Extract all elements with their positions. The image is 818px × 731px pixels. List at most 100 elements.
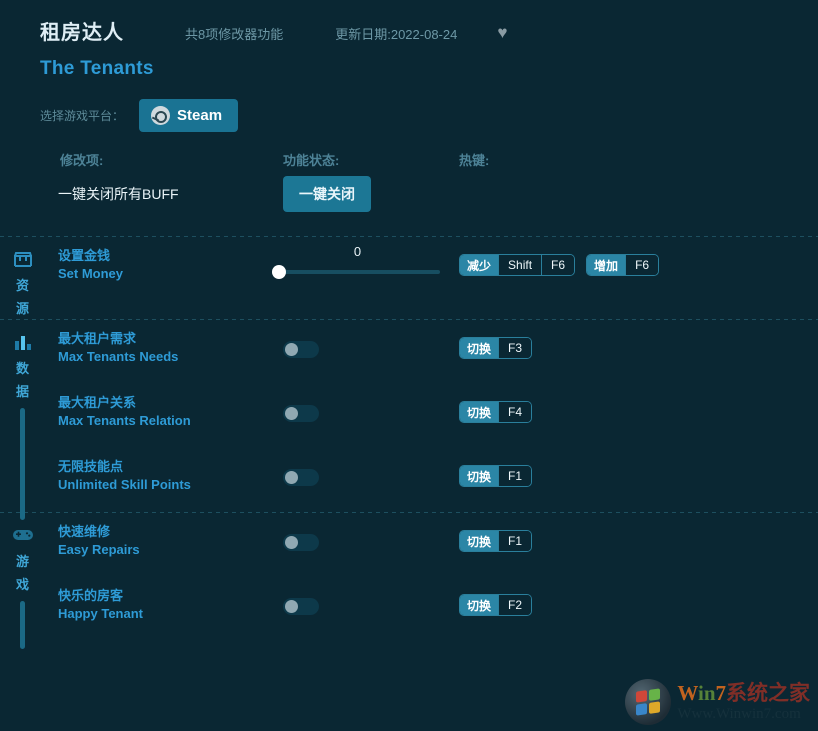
steam-label: Steam — [177, 106, 223, 124]
platform-label: 选择游戏平台： — [40, 108, 125, 123]
hotkey-binding[interactable]: 切换 F2 — [459, 594, 533, 616]
watermark-seven: 7 — [715, 680, 727, 705]
windows-logo-icon — [625, 679, 672, 725]
section-accent-bar — [20, 408, 25, 520]
section-资源: 资源设置金钱 Set Money 0 减少 Shift F6 增加 F6 — [0, 237, 818, 319]
cheat-name-en: Happy Tenant — [58, 606, 143, 621]
features-count: 共8项修改器功能 — [185, 27, 284, 42]
cheat-row: 快速维修 Easy Repairs 切换 F1 — [45, 513, 818, 577]
hotkey-binding[interactable]: 增加 F6 — [586, 254, 660, 276]
watermark-suffix: 系统之家 — [726, 680, 810, 705]
section-label-char: 据 — [15, 384, 29, 399]
hotkey-group: 减少 Shift F6 增加 F6 — [459, 254, 660, 276]
hotkey-key[interactable]: F2 — [498, 595, 532, 615]
platform-selector: 选择游戏平台： Steam — [0, 92, 818, 138]
cheat-toggle[interactable] — [283, 405, 319, 422]
column-header-option: 修改项: — [60, 153, 104, 168]
bar-chart-icon — [0, 334, 45, 356]
watermark-url: Www.Winwin7.com — [677, 705, 801, 722]
watermark-text: Win7系统之家 Www.Winwin7.com — [677, 680, 810, 722]
cheat-name-en: Easy Repairs — [58, 542, 140, 557]
cheat-toggle[interactable] — [283, 534, 319, 551]
hotkey-binding[interactable]: 减少 Shift F6 — [459, 254, 576, 276]
hotkey-binding[interactable]: 切换 F1 — [459, 530, 533, 552]
column-header-hotkey: 热键: — [459, 153, 490, 168]
steam-icon — [151, 105, 171, 125]
cheat-row: 最大租户需求 Max Tenants Needs 切换 F3 — [45, 320, 818, 384]
cheat-name-cn: 快速维修 — [58, 524, 111, 539]
section-rows: 最大租户需求 Max Tenants Needs 切换 F3 最大租户关系 Max Ten… — [45, 320, 818, 512]
cheat-labels: 最大租户需求 Max Tenants Needs — [58, 330, 178, 366]
hotkey-binding[interactable]: 切换 F3 — [459, 337, 533, 359]
cheat-toggle[interactable] — [283, 598, 319, 615]
toggle-knob — [285, 343, 298, 356]
section-label-char: 戏 — [15, 577, 29, 592]
hotkey-group: 切换 F1 — [459, 465, 533, 487]
hotkey-action-label: 切换 — [460, 466, 499, 486]
hotkey-key[interactable]: F4 — [498, 402, 532, 422]
cheat-labels: 最大租户关系 Max Tenants Relation — [58, 394, 191, 430]
cheat-row: 无限技能点 Unlimited Skill Points 切换 F1 — [45, 448, 818, 512]
cheat-name-en: Unlimited Skill Points — [58, 477, 191, 492]
chest-icon — [0, 251, 45, 273]
steam-platform-button[interactable]: Steam — [139, 98, 239, 132]
hotkey-group: 切换 F4 — [459, 401, 533, 423]
favorite-heart-icon[interactable]: ♥ — [497, 24, 507, 41]
trainer-window: 租房达人 共8项修改器功能 更新日期:2022-08-24 ♥ The Tena… — [0, 0, 818, 731]
section-数据: 数据最大租户需求 Max Tenants Needs 切换 F3 最大租户关系 Max T… — [0, 320, 818, 520]
hotkey-key[interactable]: F3 — [498, 338, 532, 358]
cheat-name-cn: 最大租户关系 — [58, 395, 137, 410]
section-label-char: 源 — [15, 301, 29, 316]
master-disable-button[interactable]: 一键关闭 — [283, 176, 371, 212]
section-label-char: 游 — [15, 554, 29, 569]
hotkey-binding[interactable]: 切换 F4 — [459, 401, 533, 423]
hotkey-group: 切换 F1 — [459, 530, 533, 552]
hotkey-binding[interactable]: 切换 F1 — [459, 465, 533, 487]
slider-value: 0 — [353, 244, 362, 259]
section-label-char: 数 — [15, 361, 29, 376]
hotkey-group: 切换 F3 — [459, 337, 533, 359]
title-row: 租房达人 共8项修改器功能 更新日期:2022-08-24 ♥ — [40, 16, 818, 45]
section-side-rail: 游戏 — [0, 513, 45, 649]
hotkey-group: 切换 F2 — [459, 594, 533, 616]
cheat-labels: 快速维修 Easy Repairs — [58, 523, 140, 559]
cheat-labels: 无限技能点 Unlimited Skill Points — [58, 458, 191, 494]
toggle-knob — [285, 536, 298, 549]
section-rows: 设置金钱 Set Money 0 减少 Shift F6 增加 F6 — [45, 237, 818, 319]
cheat-name-cn: 设置金钱 — [58, 248, 111, 263]
hotkey-action-label: 切换 — [460, 531, 499, 551]
toggle-knob — [285, 471, 298, 484]
hotkey-key[interactable]: Shift — [498, 255, 542, 275]
hotkey-key[interactable]: F6 — [541, 255, 575, 275]
app-header: 租房达人 共8项修改器功能 更新日期:2022-08-24 ♥ The Tena… — [0, 0, 818, 92]
cheat-row: 设置金钱 Set Money 0 减少 Shift F6 增加 F6 — [45, 237, 818, 301]
toggle-knob — [285, 600, 298, 613]
watermark-win: W — [677, 680, 698, 705]
cheat-toggle[interactable] — [283, 341, 319, 358]
section-游戏: 游戏快速维修 Easy Repairs 切换 F1 快乐的房客 Happy Tenant 切… — [0, 513, 818, 649]
slider-knob[interactable] — [272, 265, 286, 279]
cheat-toggle[interactable] — [283, 469, 319, 486]
master-disable-label: 一键关闭所有BUFF — [58, 186, 179, 202]
hotkey-key[interactable]: F1 — [498, 466, 532, 486]
cheat-name-cn: 快乐的房客 — [58, 588, 124, 603]
cheat-name-cn: 最大租户需求 — [58, 331, 137, 346]
hotkey-key[interactable]: F6 — [625, 255, 659, 275]
hotkey-action-label: 切换 — [460, 595, 499, 615]
game-title-cn: 租房达人 — [40, 22, 124, 44]
gamepad-icon — [0, 527, 45, 549]
cheat-slider[interactable]: 0 — [272, 243, 440, 279]
hotkey-action-label: 减少 — [460, 255, 499, 275]
section-side-rail: 数据 — [0, 320, 45, 520]
hotkey-action-label: 增加 — [587, 255, 626, 275]
hotkey-key[interactable]: F1 — [498, 531, 532, 551]
cheat-name-en: Max Tenants Relation — [58, 413, 191, 428]
cheat-name-cn: 无限技能点 — [58, 459, 124, 474]
slider-track[interactable] — [272, 265, 440, 279]
sections-container: 资源设置金钱 Set Money 0 减少 Shift F6 增加 F6 数据最大租户需求 Max… — [0, 236, 818, 649]
cheat-row: 最大租户关系 Max Tenants Relation 切换 F4 — [45, 384, 818, 448]
hotkey-action-label: 切换 — [460, 402, 499, 422]
section-rows: 快速维修 Easy Repairs 切换 F1 快乐的房客 Happy Tenant 切换 F… — [45, 513, 818, 641]
toggle-knob — [285, 407, 298, 420]
cheat-row: 快乐的房客 Happy Tenant 切换 F2 — [45, 577, 818, 641]
